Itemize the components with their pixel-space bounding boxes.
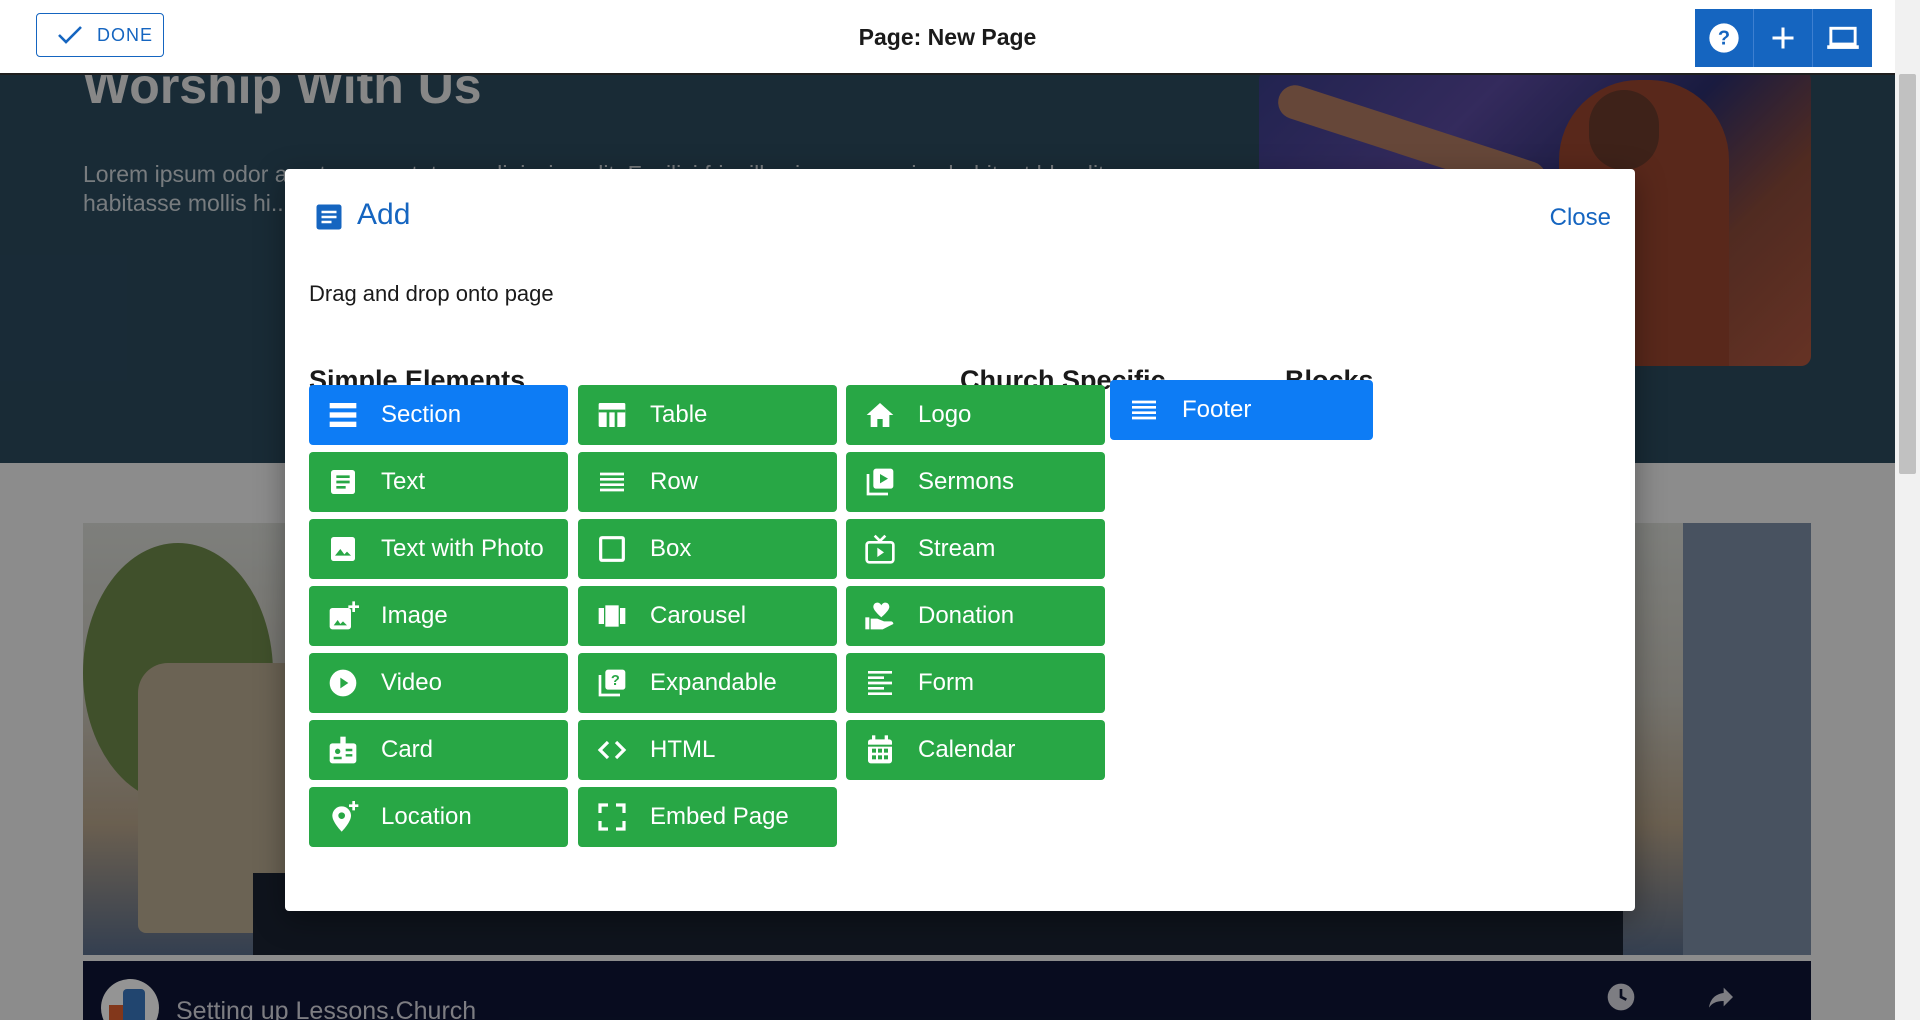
element-footer-button[interactable]: Footer	[1110, 380, 1373, 440]
form-icon	[862, 665, 898, 701]
svg-text:?: ?	[1718, 28, 1730, 50]
element-label: Card	[381, 736, 434, 763]
element-carousel-button[interactable]: Carousel	[578, 586, 837, 646]
help-icon: ?	[1709, 23, 1739, 53]
svg-text:?: ?	[611, 673, 620, 689]
article-icon	[314, 202, 344, 237]
element-form-button[interactable]: Form	[846, 653, 1105, 713]
device-preview-icon	[1826, 26, 1859, 49]
badge-icon	[325, 732, 361, 768]
element-label: Form	[918, 669, 974, 696]
scrollbar-thumb[interactable]	[1899, 74, 1916, 474]
element-label: Row	[650, 468, 699, 495]
video-library-icon	[862, 464, 898, 500]
element-location-button[interactable]: Location	[309, 787, 568, 847]
element-image-button[interactable]: Image	[309, 586, 568, 646]
element-label: Donation	[918, 602, 1015, 629]
element-label: Sermons	[918, 468, 1015, 495]
close-button[interactable]: Close	[1550, 204, 1611, 232]
text-icon	[325, 464, 361, 500]
element-label: Stream	[918, 535, 996, 562]
add-photo-icon	[325, 598, 361, 634]
add-location-icon	[325, 799, 361, 835]
element-table-button[interactable]: Table	[578, 385, 837, 445]
element-label: Calendar	[918, 736, 1016, 763]
element-label: Expandable	[650, 669, 777, 696]
element-label: HTML	[650, 736, 716, 763]
element-label: Embed Page	[650, 803, 789, 830]
element-label: Box	[650, 535, 692, 562]
dialog-title: Add	[357, 198, 411, 231]
dialog-description: Drag and drop onto page	[309, 281, 554, 306]
element-label: Text with Photo	[381, 535, 544, 562]
top-toolbar: DONE Page: New Page ?	[0, 0, 1895, 75]
element-label: Footer	[1182, 396, 1252, 423]
element-video-button[interactable]: Video	[309, 653, 568, 713]
element-donation-button[interactable]: Donation	[846, 586, 1105, 646]
toolbar-actions: ?	[1695, 9, 1872, 67]
element-html-button[interactable]: HTML	[578, 720, 837, 780]
element-expandable-button[interactable]: ? Expandable	[578, 653, 837, 713]
element-label: Carousel	[650, 602, 747, 629]
carousel-icon	[594, 598, 630, 634]
volunteer-icon	[862, 598, 898, 634]
photo-icon	[325, 531, 361, 567]
element-label: Video	[381, 669, 442, 696]
element-embed-page-button[interactable]: Embed Page	[578, 787, 837, 847]
fullscreen-icon	[594, 799, 630, 835]
element-row-button[interactable]: Row	[578, 452, 837, 512]
element-text-button[interactable]: Text	[309, 452, 568, 512]
home-icon	[862, 397, 898, 433]
live-tv-icon	[862, 531, 898, 567]
element-stream-button[interactable]: Stream	[846, 519, 1105, 579]
element-label: Text	[381, 468, 426, 495]
table-icon	[594, 397, 630, 433]
element-label: Location	[381, 803, 472, 830]
element-sermons-button[interactable]: Sermons	[846, 452, 1105, 512]
box-icon	[594, 531, 630, 567]
element-label: Table	[650, 401, 708, 428]
element-box-button[interactable]: Box	[578, 519, 837, 579]
help-button[interactable]: ?	[1695, 9, 1754, 67]
calendar-icon	[862, 732, 898, 768]
play-circle-icon	[325, 665, 361, 701]
quiz-icon: ?	[594, 665, 630, 701]
element-label: Image	[381, 602, 448, 629]
add-button[interactable]	[1754, 9, 1813, 67]
code-icon	[594, 732, 630, 768]
add-icon	[1772, 27, 1794, 49]
device-preview-button[interactable]	[1813, 9, 1872, 67]
element-text-with-photo-button[interactable]: Text with Photo	[309, 519, 568, 579]
section-icon	[325, 397, 361, 433]
add-elements-dialog: Add Close Drag and drop onto page Simple…	[285, 169, 1635, 911]
element-label: Logo	[918, 401, 972, 428]
element-logo-button[interactable]: Logo	[846, 385, 1105, 445]
row-icon	[594, 464, 630, 500]
element-label: Section	[381, 401, 462, 428]
element-card-button[interactable]: Card	[309, 720, 568, 780]
element-calendar-button[interactable]: Calendar	[846, 720, 1105, 780]
footer-icon	[1126, 392, 1162, 428]
element-section-button[interactable]: Section	[309, 385, 568, 445]
page-title: Page: New Page	[858, 24, 1037, 50]
